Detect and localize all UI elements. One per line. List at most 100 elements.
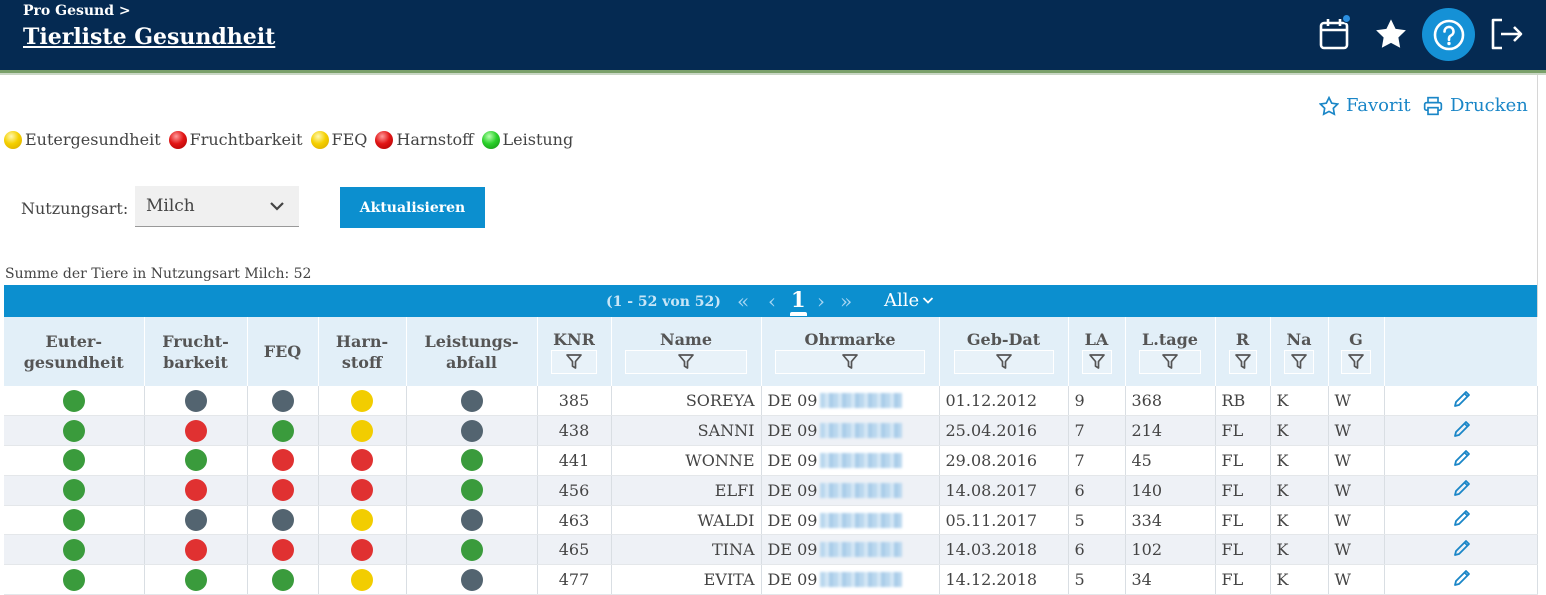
page-size-select[interactable]: Alle bbox=[884, 290, 934, 311]
nutzungsart-value: Milch bbox=[146, 196, 195, 216]
edit-pencil-icon[interactable] bbox=[1452, 419, 1472, 443]
col-ohrmarke[interactable]: Ohrmarke bbox=[761, 317, 940, 386]
filter-icon[interactable] bbox=[625, 350, 747, 374]
aktualisieren-button[interactable]: Aktualisieren bbox=[340, 187, 485, 228]
filter-icon[interactable] bbox=[1139, 350, 1201, 374]
col-actions bbox=[1384, 317, 1538, 386]
ltage-cell: 368 bbox=[1125, 386, 1216, 417]
status-cell bbox=[4, 564, 145, 595]
redacted-id bbox=[820, 452, 903, 468]
edit-pencil-icon[interactable] bbox=[1452, 448, 1472, 472]
r-cell: FL bbox=[1215, 445, 1271, 476]
ohrmarke-cell[interactable]: DE 09 bbox=[761, 564, 940, 595]
status-dot-icon bbox=[62, 479, 85, 502]
breadcrumb[interactable]: Pro Gesund > bbox=[23, 3, 131, 19]
status-dot-icon bbox=[460, 568, 483, 591]
edit-pencil-icon[interactable] bbox=[1452, 389, 1472, 413]
col-euter[interactable]: Euter- gesundheit bbox=[4, 317, 145, 386]
last-page-icon[interactable]: » bbox=[840, 289, 852, 313]
col-ltage[interactable]: L.tage bbox=[1125, 317, 1216, 386]
header-accent-line-light bbox=[0, 73, 1546, 75]
table-row[interactable]: 438 SANNI DE 09 25.04.2016 7 214 FL K W bbox=[4, 415, 1538, 447]
status-cell bbox=[318, 415, 407, 447]
knr-cell: 463 bbox=[537, 505, 612, 536]
filter-icon[interactable] bbox=[775, 350, 925, 374]
filter-icon[interactable] bbox=[551, 350, 597, 374]
table-row[interactable]: 441 WONNE DE 09 29.08.2016 7 45 FL K W bbox=[4, 445, 1538, 476]
star-icon[interactable] bbox=[1371, 14, 1411, 54]
status-cell bbox=[144, 475, 248, 506]
prev-page-icon[interactable]: ‹ bbox=[768, 289, 776, 313]
ohrmarke-cell[interactable]: DE 09 bbox=[761, 415, 940, 447]
r-cell: FL bbox=[1215, 475, 1271, 506]
col-gebdat[interactable]: Geb-Dat bbox=[939, 317, 1069, 386]
na-cell: K bbox=[1270, 505, 1329, 536]
col-name[interactable]: Name bbox=[611, 317, 762, 386]
col-la[interactable]: LA bbox=[1068, 317, 1126, 386]
table-row[interactable]: 465 TINA DE 09 14.03.2018 6 102 FL K W bbox=[4, 534, 1538, 566]
table-row[interactable]: 463 WALDI DE 09 05.11.2017 5 334 FL K W bbox=[4, 505, 1538, 536]
edit-pencil-icon[interactable] bbox=[1452, 538, 1472, 562]
status-cell bbox=[406, 415, 538, 447]
edit-cell bbox=[1384, 505, 1538, 536]
ohrmarke-cell[interactable]: DE 09 bbox=[761, 475, 940, 506]
col-na[interactable]: Na bbox=[1270, 317, 1329, 386]
legend-item: Fruchtbarkeit bbox=[168, 130, 303, 149]
filter-icon[interactable] bbox=[1341, 350, 1371, 374]
status-cell bbox=[406, 534, 538, 566]
redacted-id bbox=[820, 423, 903, 439]
filter-icon[interactable] bbox=[1284, 350, 1314, 374]
status-cell bbox=[4, 445, 145, 476]
col-leist[interactable]: Leistungs- abfall bbox=[406, 317, 538, 386]
g-cell: W bbox=[1328, 475, 1385, 506]
ohrmarke-cell[interactable]: DE 09 bbox=[761, 386, 940, 417]
ltage-cell: 45 bbox=[1125, 445, 1216, 476]
nutzungsart-select[interactable]: Milch bbox=[135, 186, 299, 227]
filter-icon[interactable] bbox=[1228, 350, 1257, 374]
g-cell: W bbox=[1328, 505, 1385, 536]
first-page-icon[interactable]: « bbox=[737, 289, 749, 313]
edit-pencil-icon[interactable] bbox=[1452, 508, 1472, 532]
status-cell bbox=[144, 386, 248, 417]
filter-icon[interactable] bbox=[953, 350, 1054, 374]
edit-pencil-icon[interactable] bbox=[1452, 478, 1472, 502]
col-g[interactable]: G bbox=[1328, 317, 1385, 386]
col-frucht[interactable]: Frucht- barkeit bbox=[144, 317, 248, 386]
col-harn[interactable]: Harn- stoff bbox=[318, 317, 407, 386]
table-row[interactable]: 456 ELFI DE 09 14.08.2017 6 140 FL K W bbox=[4, 475, 1538, 506]
next-page-icon[interactable]: › bbox=[817, 289, 825, 313]
filter-icon[interactable] bbox=[1081, 350, 1112, 374]
status-dot-icon bbox=[460, 509, 483, 532]
la-cell: 5 bbox=[1068, 564, 1126, 595]
help-icon[interactable] bbox=[1422, 8, 1475, 61]
table-row[interactable]: 477 EVITA DE 09 14.12.2018 5 34 FL K W bbox=[4, 564, 1538, 595]
ohrmarke-cell[interactable]: DE 09 bbox=[761, 445, 940, 476]
logout-icon[interactable] bbox=[1486, 14, 1526, 54]
r-cell: RB bbox=[1215, 386, 1271, 417]
col-r[interactable]: R bbox=[1215, 317, 1271, 386]
status-cell bbox=[318, 475, 407, 506]
g-cell: W bbox=[1328, 564, 1385, 595]
name-cell: ELFI bbox=[611, 475, 762, 506]
current-page[interactable]: 1 bbox=[791, 287, 806, 312]
edit-pencil-icon[interactable] bbox=[1452, 568, 1472, 592]
la-cell: 5 bbox=[1068, 505, 1126, 536]
col-feq[interactable]: FEQ bbox=[247, 317, 319, 386]
favorit-link[interactable]: Favorit bbox=[1319, 95, 1411, 116]
calendar-icon[interactable] bbox=[1314, 14, 1354, 54]
status-cell bbox=[406, 386, 538, 417]
page-title[interactable]: Tierliste Gesundheit bbox=[23, 24, 275, 50]
drucken-link[interactable]: Drucken bbox=[1423, 95, 1528, 116]
status-dot-icon bbox=[62, 449, 85, 472]
g-cell: W bbox=[1328, 415, 1385, 447]
status-dot-icon bbox=[271, 509, 294, 532]
ohrmarke-cell[interactable]: DE 09 bbox=[761, 505, 940, 536]
status-dot-icon bbox=[271, 479, 294, 502]
table-row[interactable]: 385 SOREYA DE 09 01.12.2012 9 368 RB K W bbox=[4, 386, 1538, 417]
gebdat-cell: 05.11.2017 bbox=[939, 505, 1069, 536]
ohrmarke-cell[interactable]: DE 09 bbox=[761, 534, 940, 566]
status-dot-icon bbox=[460, 479, 483, 502]
name-cell: SANNI bbox=[611, 415, 762, 447]
animal-count: Summe der Tiere in Nutzungsart Milch: 52 bbox=[5, 266, 312, 282]
col-knr[interactable]: KNR bbox=[537, 317, 612, 386]
